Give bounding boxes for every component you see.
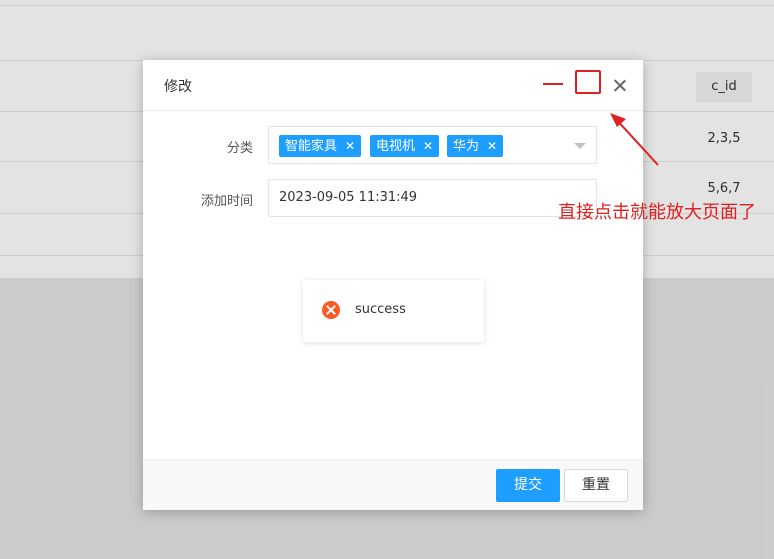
maximize-button[interactable] <box>575 70 601 94</box>
time-label: 添加时间 <box>200 194 253 209</box>
submit-button[interactable]: 提交 <box>496 469 560 502</box>
tag-label: 电视机 <box>376 139 416 154</box>
dialog-header: 修改 <box>143 60 643 111</box>
dialog-title: 修改 <box>164 79 192 95</box>
category-tag: 电视机 ✕ <box>370 135 440 157</box>
toast-message: success <box>303 280 484 342</box>
annotation-note: 直接点击就能放大页面了 <box>558 202 756 223</box>
category-label: 分类 <box>226 141 253 156</box>
reset-button[interactable]: 重置 <box>564 469 628 502</box>
minimize-button[interactable] <box>541 70 567 94</box>
edit-dialog: 修改 分类 智能家具 ✕ 电视机 ✕ 华为 ✕ 添加时间 2023-09-05 11:… <box>143 60 643 510</box>
annotation-arrow-icon <box>610 113 659 166</box>
close-icon[interactable] <box>611 77 629 95</box>
error-icon <box>322 301 340 319</box>
dropdown-arrow-icon[interactable] <box>574 143 586 149</box>
time-input[interactable]: 2023-09-05 11:31:49 <box>268 179 597 217</box>
category-select[interactable]: 智能家具 ✕ 电视机 ✕ 华为 ✕ <box>268 126 597 164</box>
tag-label: 华为 <box>453 139 480 154</box>
tag-label: 智能家具 <box>285 139 338 154</box>
category-tag: 华为 ✕ <box>447 135 504 157</box>
toast-text: success <box>355 302 406 317</box>
dialog-footer: 提交 重置 <box>143 459 643 510</box>
tag-remove-icon[interactable]: ✕ <box>345 135 355 157</box>
tag-remove-icon[interactable]: ✕ <box>487 135 497 157</box>
category-tag: 智能家具 ✕ <box>279 135 362 157</box>
tag-remove-icon[interactable]: ✕ <box>423 135 433 157</box>
